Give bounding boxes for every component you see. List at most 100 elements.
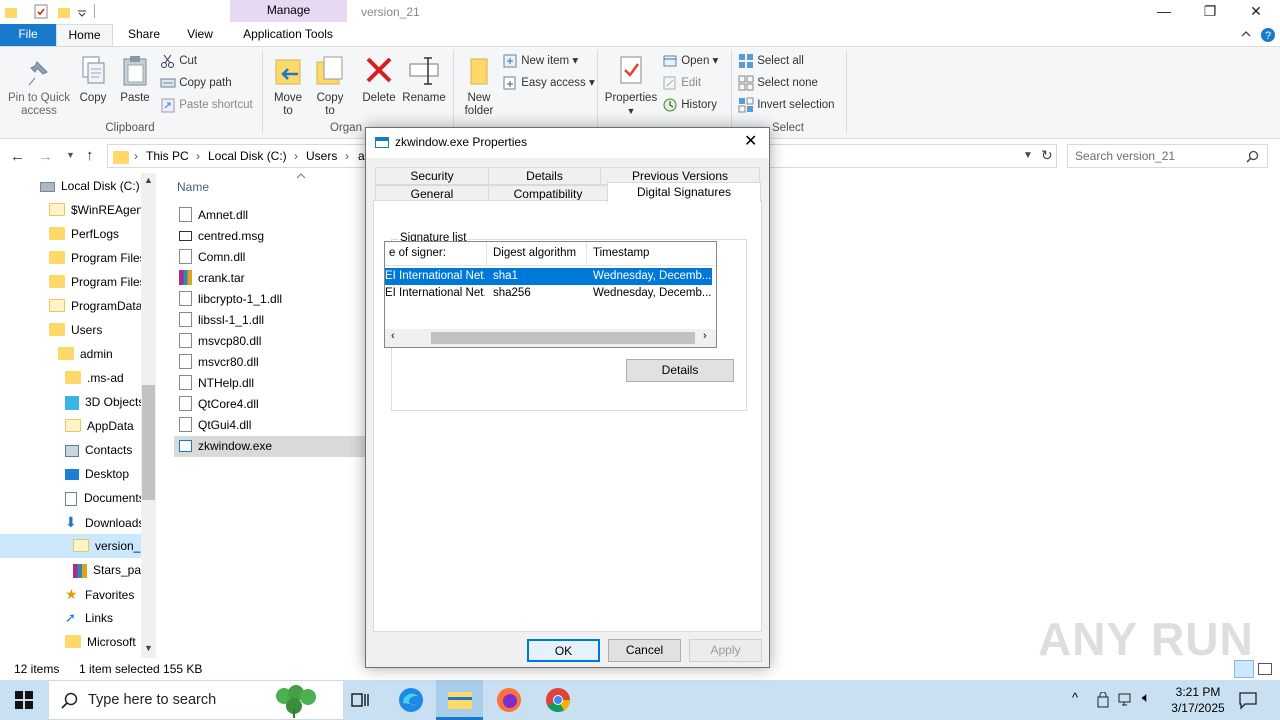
file-item[interactable]: centred.msg <box>174 226 364 247</box>
new-folder-button[interactable]: New folder <box>460 54 498 118</box>
back-arrow-icon[interactable]: ← <box>10 148 25 165</box>
refresh-icon[interactable]: ↻ <box>1041 147 1053 164</box>
new-item-button[interactable]: New item ▾ <box>502 52 578 72</box>
file-item[interactable]: crank.tar <box>174 268 364 289</box>
select-all-button[interactable]: Select all <box>738 52 804 72</box>
pin-quick-access-button[interactable]: Pin to Quick access <box>4 56 74 118</box>
scroll-left-icon[interactable]: ‹ <box>391 330 395 342</box>
help-icon[interactable]: ? <box>1260 27 1276 43</box>
nav-item-users[interactable]: Users <box>49 318 141 342</box>
nav-item-programdata[interactable]: ProgramData <box>49 294 141 318</box>
select-none-button[interactable]: Select none <box>738 74 818 94</box>
breadcrumb-local-disk[interactable]: Local Disk (C:) <box>208 149 287 163</box>
maximize-button[interactable]: ❐ <box>1187 0 1233 24</box>
tab-application-tools[interactable]: Application Tools <box>232 24 344 46</box>
sort-ascending-icon[interactable] <box>295 172 307 180</box>
nav-item-appdata[interactable]: AppData <box>65 414 141 438</box>
close-button[interactable]: ✕ <box>1233 0 1279 24</box>
ribbon-collapse-icon[interactable] <box>1240 29 1252 39</box>
open-button[interactable]: Open ▾ <box>662 52 718 72</box>
cut-button[interactable]: Cut <box>160 52 197 72</box>
system-clock[interactable]: 3:21 PM 3/17/2025 <box>1163 684 1233 716</box>
column-header-digest[interactable]: Digest algorithm <box>493 247 576 259</box>
tab-digital-signatures[interactable]: Digital Signatures <box>607 182 761 202</box>
scroll-right-icon[interactable]: › <box>703 330 707 342</box>
forward-arrow-icon[interactable]: → <box>38 148 53 165</box>
copy-path-button[interactable]: Copy path <box>160 74 232 94</box>
file-item[interactable]: libssl-1_1.dll <box>174 310 364 331</box>
notifications-icon[interactable] <box>1238 690 1258 710</box>
nav-item-microsoft[interactable]: Microsoft <box>65 630 141 654</box>
signature-details-button[interactable]: Details <box>626 359 734 382</box>
edge-browser-icon[interactable] <box>398 687 424 713</box>
column-header-name[interactable]: Name <box>177 180 209 194</box>
file-item[interactable]: Amnet.dll <box>174 205 364 226</box>
tab-security[interactable]: Security <box>375 167 489 185</box>
chevron-down-icon[interactable] <box>77 7 87 17</box>
address-dropdown-icon[interactable]: ▼ <box>1023 150 1033 161</box>
dialog-close-button[interactable]: ✕ <box>744 128 757 156</box>
breadcrumb-this-pc[interactable]: This PC <box>146 149 189 163</box>
signature-row[interactable]: EI International Net... sha256 Wednesday… <box>385 285 712 302</box>
tray-overflow-chevron-icon[interactable]: ^ <box>1072 690 1078 705</box>
invert-selection-button[interactable]: Invert selection <box>738 96 835 116</box>
search-input[interactable]: Search version_21 <box>1067 144 1268 168</box>
file-explorer-icon[interactable] <box>447 688 473 710</box>
horizontal-scrollbar-thumb[interactable] <box>431 332 695 344</box>
nav-item-links[interactable]: ➚ Links <box>65 606 141 630</box>
file-item[interactable]: NTHelp.dll <box>174 373 364 394</box>
chrome-icon[interactable] <box>545 687 571 713</box>
paste-button[interactable]: Paste <box>116 54 154 105</box>
scroll-down-icon[interactable]: ▼ <box>144 643 153 653</box>
volume-icon[interactable]: 🔈︎ <box>1142 689 1150 706</box>
new-folder-icon[interactable] <box>57 5 71 19</box>
security-tray-icon[interactable] <box>1096 692 1110 708</box>
nav-item-3d-objects[interactable]: 3D Objects <box>65 390 141 414</box>
nav-item-documents[interactable]: Documents <box>65 486 141 510</box>
file-item[interactable]: libcrypto-1_1.dll <box>174 289 364 310</box>
horizontal-scrollbar[interactable]: ‹ › <box>385 329 716 347</box>
delete-button[interactable]: Delete <box>360 54 398 105</box>
column-header-signer[interactable]: e of signer: <box>389 247 446 259</box>
copy-button[interactable]: Copy <box>74 54 112 105</box>
task-view-icon[interactable] <box>350 690 370 710</box>
file-item[interactable]: QtCore4.dll <box>174 394 364 415</box>
tab-home[interactable]: Home <box>56 24 113 46</box>
nav-item-program-files[interactable]: Program Files <box>49 246 141 270</box>
file-item[interactable]: Comn.dll <box>174 247 364 268</box>
file-item[interactable]: msvcr80.dll <box>174 352 364 373</box>
properties-button[interactable]: Properties ▼ <box>602 54 660 118</box>
file-item[interactable]: QtGui4.dll <box>174 415 364 436</box>
nav-item-downloads[interactable]: ⬇ Downloads <box>65 510 141 534</box>
firefox-icon[interactable] <box>496 687 522 713</box>
scroll-up-icon[interactable]: ▲ <box>144 175 153 185</box>
nav-item-local-disk[interactable]: Local Disk (C:) <box>40 174 140 198</box>
nav-item-version-21[interactable]: version_21 <box>73 534 141 558</box>
minimize-button[interactable]: — <box>1141 0 1187 24</box>
nav-item-desktop[interactable]: Desktop <box>65 462 141 486</box>
nav-item-perflogs[interactable]: PerfLogs <box>49 222 141 246</box>
ok-button[interactable]: OK <box>527 639 600 662</box>
edit-button[interactable]: Edit <box>662 74 701 94</box>
large-icons-view-icon[interactable] <box>1258 663 1272 675</box>
recent-locations-chevron-icon[interactable]: ▼ <box>66 150 75 160</box>
nav-item-favorites[interactable]: ★ Favorites <box>65 582 141 606</box>
breadcrumb-admin[interactable]: a <box>358 149 365 163</box>
tab-file[interactable]: File <box>0 24 56 46</box>
nav-item-program-files-x86[interactable]: Program Files <box>49 270 141 294</box>
windows-start-icon[interactable] <box>15 691 33 709</box>
taskbar-search-box[interactable]: Type here to search <box>48 680 344 720</box>
move-to-button[interactable]: Move to <box>270 54 306 118</box>
nav-item-ms-ad[interactable]: .ms-ad <box>65 366 141 390</box>
nav-item-contacts[interactable]: Contacts <box>65 438 141 462</box>
breadcrumb-users[interactable]: Users <box>306 149 337 163</box>
apply-button[interactable]: Apply <box>689 639 762 662</box>
cancel-button[interactable]: Cancel <box>608 639 681 662</box>
nav-item-winreagent[interactable]: $WinREAgent <box>49 198 141 222</box>
signature-listview[interactable]: e of signer: Digest algorithm Timestamp … <box>384 241 717 348</box>
tab-share[interactable]: Share <box>122 24 166 46</box>
tab-view[interactable]: View <box>178 24 222 46</box>
column-header-timestamp[interactable]: Timestamp <box>593 247 649 259</box>
easy-access-button[interactable]: Easy access ▾ <box>502 74 595 94</box>
properties-icon[interactable] <box>34 4 48 19</box>
